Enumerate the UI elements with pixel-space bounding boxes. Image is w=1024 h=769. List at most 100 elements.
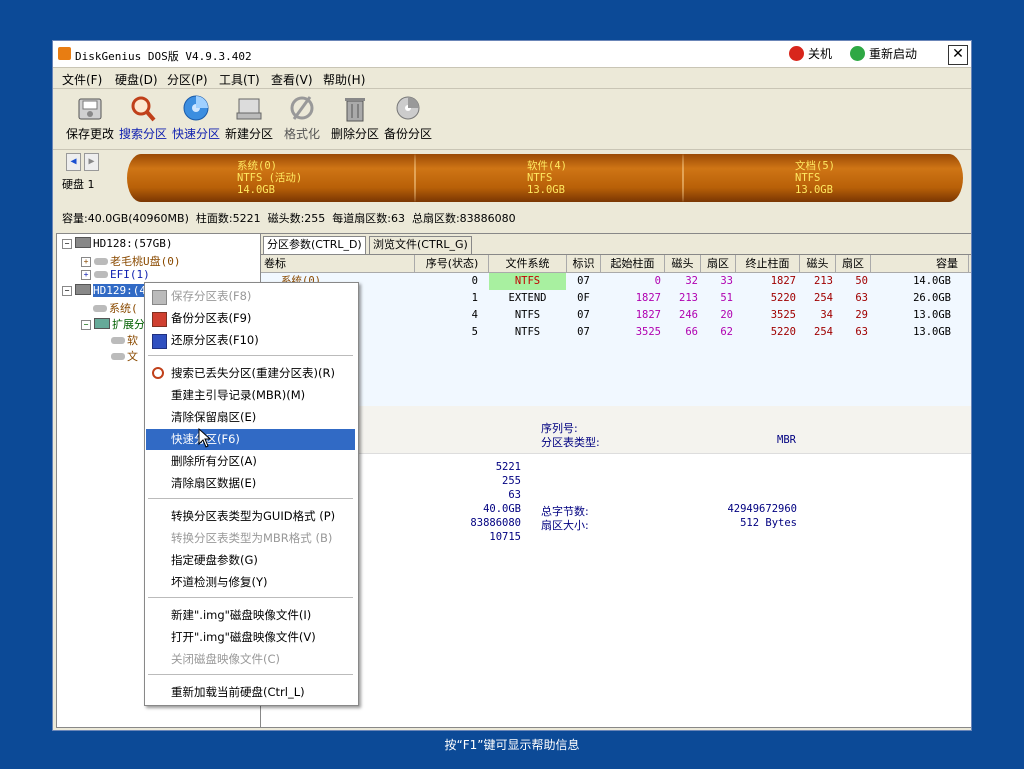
menu-partition[interactable]: 分区(P): [167, 71, 208, 88]
details-header: 序列号: 分区表类型: MBR: [261, 406, 971, 454]
hdd-icon: [75, 237, 91, 248]
menu-item-open-img[interactable]: 打开".img"磁盘映像文件(V): [146, 627, 355, 648]
col-id[interactable]: 标识: [567, 255, 601, 272]
menu-view[interactable]: 查看(V): [271, 71, 313, 88]
table-row[interactable]: 1 EXTEND 0F 1827 213 51 5220 254 63 26.0GB: [261, 290, 971, 307]
sector-size-value: 512 Bytes: [740, 517, 797, 529]
backup-partition-button[interactable]: 备份分区: [381, 93, 435, 142]
col-capacity[interactable]: 容量: [871, 255, 969, 272]
table-row[interactable]: 系统(0) 0 NTFS 07 0 32 33 1827 213 50 14.0GB: [261, 273, 971, 290]
search-partition-button[interactable]: 搜索分区: [116, 93, 170, 142]
window-title: DiskGenius DOS版 V4.9.3.402: [75, 50, 252, 63]
menu-item-set-disk-params[interactable]: 指定硬盘参数(G): [146, 550, 355, 571]
menu-tools[interactable]: 工具(T): [219, 71, 260, 88]
menu-item-search-lost-partitions[interactable]: 搜索已丢失分区(重建分区表)(R): [146, 363, 355, 384]
table-cell-es: 63: [855, 292, 868, 304]
close-button[interactable]: ✕: [948, 45, 968, 65]
col-start-head[interactable]: 磁头: [665, 255, 701, 272]
col-end-head[interactable]: 磁头: [800, 255, 836, 272]
save-changes-button[interactable]: 保存更改: [63, 93, 117, 142]
tree-node-hd129[interactable]: − HD129:(40: [62, 284, 153, 297]
tab-bar: 分区参数(CTRL_D) 浏览文件(CTRL_G): [261, 234, 971, 255]
table-cell-sc: 1827: [635, 309, 661, 321]
menu-item-rebuild-mbr[interactable]: 重建主引导记录(MBR)(M): [146, 385, 355, 406]
table-cell-fs: EXTEND: [508, 292, 547, 304]
tree-node-efi[interactable]: + EFI(1): [81, 268, 150, 281]
table-cell-ec: 5220: [770, 326, 796, 338]
col-index[interactable]: 序号(状态): [416, 255, 489, 272]
menu-item-clear-reserved-sectors[interactable]: 清除保留扇区(E): [146, 407, 355, 428]
tab-browse-files[interactable]: 浏览文件(CTRL_G): [369, 236, 472, 254]
menu-item-save-partition-table[interactable]: 保存分区表(F8): [146, 286, 355, 307]
col-start-cylinder[interactable]: 起始柱面: [601, 255, 665, 272]
menu-item-clear-sector-data[interactable]: 清除扇区数据(E): [146, 473, 355, 494]
col-start-sector[interactable]: 扇区: [701, 255, 736, 272]
prev-disk-arrow-icon[interactable]: ◀: [66, 153, 81, 171]
tree-node-extended[interactable]: − 扩展分: [81, 316, 145, 332]
pttype-value: MBR: [777, 434, 796, 446]
shutdown-button[interactable]: 关机: [789, 45, 832, 62]
tree-node-system[interactable]: 系统(: [93, 300, 138, 316]
menu-item-restore-partition-table[interactable]: 还原分区表(F10): [146, 330, 355, 351]
table-cell-ec: 5220: [770, 292, 796, 304]
disk-partition-map[interactable]: 系统(0) NTFS (活动) 14.0GB 软件(4) NTFS 13.0GB…: [127, 154, 963, 202]
table-row[interactable]: 4 NTFS 07 1827 246 20 3525 34 29 13.0GB: [261, 307, 971, 324]
table-cell-eh: 254: [814, 326, 833, 338]
restart-button[interactable]: 重新启动: [850, 45, 917, 62]
table-cell-id: 07: [577, 326, 590, 338]
col-end-sector[interactable]: 扇区: [836, 255, 871, 272]
table-cell-id: 0F: [577, 292, 590, 304]
menu-item-reload-disk[interactable]: 重新加载当前硬盘(Ctrl_L): [146, 682, 355, 703]
table-cell-eh: 213: [814, 275, 833, 287]
segment-documents[interactable]: 文档(5) NTFS 13.0GB: [795, 160, 835, 196]
delete-partition-button[interactable]: 删除分区: [328, 93, 382, 142]
tree-node-software[interactable]: 软: [111, 332, 138, 348]
pttype-label: 分区表类型:: [541, 436, 600, 449]
partition-icon: [111, 337, 125, 344]
tree-node-laomaotao[interactable]: + 老毛桃U盘(0): [81, 253, 181, 269]
menu-separator: [148, 674, 353, 675]
menu-file[interactable]: 文件(F): [62, 71, 102, 88]
menu-item-convert-to-guid[interactable]: 转换分区表类型为GUID格式 (P): [146, 506, 355, 527]
collapse-icon[interactable]: −: [81, 320, 91, 330]
segment-software[interactable]: 软件(4) NTFS 13.0GB: [527, 160, 567, 196]
table-cell-eh: 34: [820, 309, 833, 321]
tree-node-hd128[interactable]: − HD128:(57GB): [62, 237, 172, 250]
next-disk-arrow-icon[interactable]: ▶: [84, 153, 99, 171]
quick-partition-button[interactable]: 快速分区: [169, 93, 223, 142]
format-button[interactable]: 格式化: [275, 93, 329, 142]
menu-item-convert-to-mbr[interactable]: 转换分区表类型为MBR格式 (B): [146, 528, 355, 549]
menu-item-quick-partition[interactable]: 快速分区(F6): [146, 429, 355, 450]
cylinders-value: 5221: [495, 461, 521, 473]
table-row[interactable]: 5 NTFS 07 3525 66 62 5220 254 63 13.0GB: [261, 324, 971, 341]
heads-value: 255: [502, 475, 521, 487]
table-cell-es: 29: [855, 309, 868, 321]
collapse-icon[interactable]: −: [62, 239, 72, 249]
menu-separator: [148, 597, 353, 598]
table-cell-es: 50: [855, 275, 868, 287]
partition-icon: [111, 353, 125, 360]
col-volume-label[interactable]: 卷标: [261, 255, 415, 272]
collapse-icon[interactable]: −: [62, 286, 72, 296]
expand-icon[interactable]: +: [81, 270, 91, 280]
menu-item-close-img[interactable]: 关闭磁盘映像文件(C): [146, 649, 355, 670]
menu-help[interactable]: 帮助(H): [323, 71, 365, 88]
hdd-icon: [75, 284, 91, 295]
format-icon: [290, 96, 314, 120]
menu-item-bad-track-check[interactable]: 坏道检测与修复(Y): [146, 572, 355, 593]
tab-partition-params[interactable]: 分区参数(CTRL_D): [263, 236, 366, 254]
table-cell-eh: 254: [814, 292, 833, 304]
segment-system[interactable]: 系统(0) NTFS (活动) 14.0GB: [237, 160, 302, 196]
menu-item-delete-all-partitions[interactable]: 删除所有分区(A): [146, 451, 355, 472]
tree-node-documents[interactable]: 文: [111, 348, 138, 364]
table-cell-cap: 14.0GB: [913, 275, 951, 287]
col-end-cylinder[interactable]: 终止柱面: [736, 255, 800, 272]
expand-icon[interactable]: +: [81, 257, 91, 267]
table-cell-ss: 33: [720, 275, 733, 287]
menu-disk[interactable]: 硬盘(D): [115, 71, 158, 88]
extended-partition-icon: [94, 318, 110, 329]
new-partition-button[interactable]: 新建分区: [222, 93, 276, 142]
menu-item-backup-partition-table[interactable]: 备份分区表(F9): [146, 308, 355, 329]
menu-item-new-img[interactable]: 新建".img"磁盘映像文件(I): [146, 605, 355, 626]
col-filesystem[interactable]: 文件系统: [489, 255, 567, 272]
